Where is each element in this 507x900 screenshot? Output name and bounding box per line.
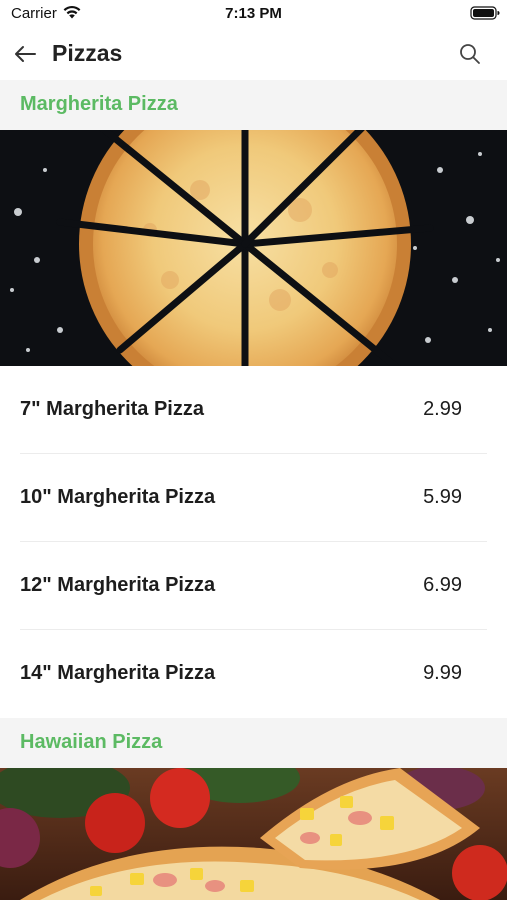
battery-icon xyxy=(470,6,500,20)
section-title: Hawaiian Pizza xyxy=(20,731,163,753)
section-header-margherita: Margherita Pizza xyxy=(0,80,507,130)
menu-item-row[interactable]: 7" Margherita Pizza 2.99 xyxy=(0,366,507,454)
page-title: Pizzas xyxy=(52,40,123,66)
section-title: Margherita Pizza xyxy=(20,93,178,115)
margherita-pizza-photo xyxy=(0,130,507,366)
section-header-hawaiian: Hawaiian Pizza xyxy=(0,718,507,768)
menu-item-price: 2.99 xyxy=(423,398,462,420)
menu-item-name: 10" Margherita Pizza xyxy=(20,486,216,508)
hawaiian-pizza-photo xyxy=(0,768,507,900)
menu-item-row[interactable]: 12" Margherita Pizza 6.99 xyxy=(0,542,507,630)
menu-item-name: 12" Margherita Pizza xyxy=(20,574,216,596)
menu-item-price: 9.99 xyxy=(423,662,462,684)
menu-item-row[interactable]: 14" Margherita Pizza 9.99 xyxy=(0,630,507,718)
menu-item-name: 14" Margherita Pizza xyxy=(20,662,216,684)
status-bar: Carrier 7:13 PM xyxy=(0,0,507,28)
menu-item-row[interactable]: 10" Margherita Pizza 5.99 xyxy=(0,454,507,542)
clock: 7:13 PM xyxy=(225,5,282,22)
navigation-bar: Pizzas xyxy=(0,28,507,80)
search-icon[interactable] xyxy=(456,40,484,68)
menu-item-price: 6.99 xyxy=(423,574,462,596)
menu-item-price: 5.99 xyxy=(423,486,462,508)
menu-item-name: 7" Margherita Pizza xyxy=(20,398,204,420)
arrow-left-icon[interactable] xyxy=(10,39,40,69)
